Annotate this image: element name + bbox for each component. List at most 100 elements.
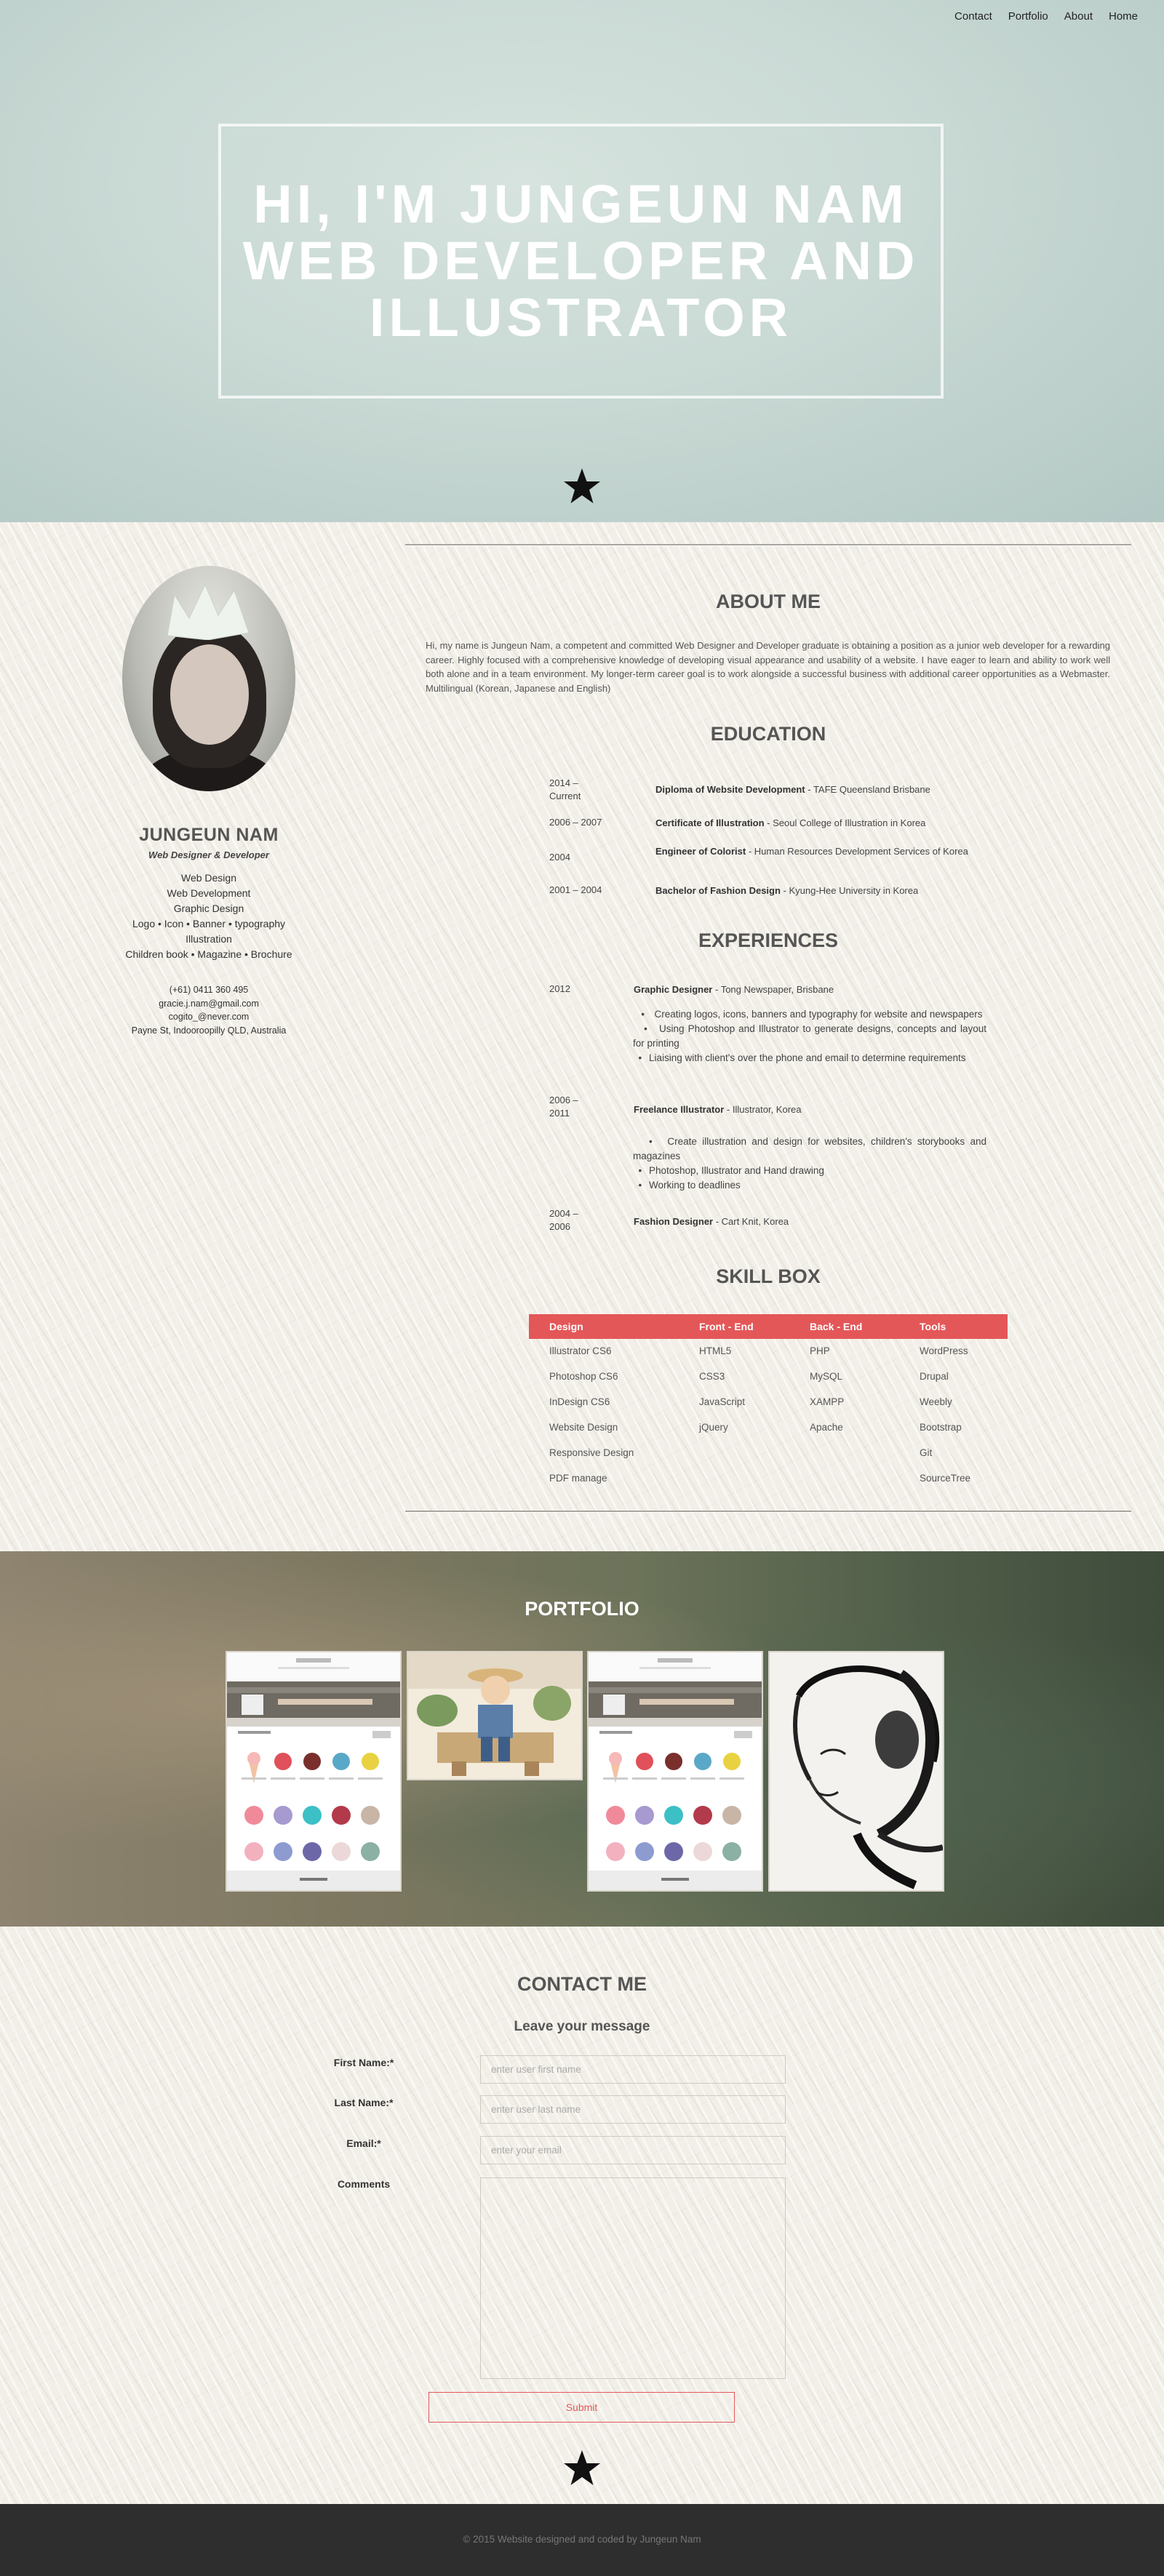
skill-column-header: Tools — [920, 1321, 946, 1332]
list-item: • Photoshop, Illustrator and Hand drawin… — [633, 1165, 824, 1176]
skill-cell: PHP — [810, 1345, 830, 1356]
list-item: • Create illustration and design for web… — [633, 1136, 986, 1161]
list-item: • Working to deadlines — [633, 1180, 741, 1191]
first-name-label: First Name:* — [333, 2057, 394, 2068]
list-item: • Using Photoshop and Illustrator to gen… — [633, 1023, 986, 1049]
skill-cell: Website Design — [549, 1422, 618, 1433]
experience-item: Freelance Illustrator - Illustrator, Kor… — [634, 1103, 986, 1116]
skill-cell: Bootstrap — [920, 1422, 962, 1433]
skill-cell: WordPress — [920, 1345, 968, 1356]
education-degree: Bachelor of Fashion Design — [655, 885, 781, 896]
skill-cell: JavaScript — [699, 1396, 746, 1407]
profile-skill: Illustration — [186, 933, 232, 945]
education-item: Engineer of Colorist - Human Resources D… — [655, 844, 986, 858]
skill-cell: HTML5 — [699, 1345, 732, 1356]
experiences-title: EXPERIENCES — [698, 929, 839, 951]
skill-cell: Git — [920, 1447, 933, 1458]
hero-line-3: ILLUSTRATOR — [369, 287, 793, 348]
education-year: 2001 – 2004 — [549, 884, 602, 895]
education-item: Certificate of Illustration - Seoul Coll… — [655, 816, 986, 830]
nav-portfolio[interactable]: Portfolio — [1008, 10, 1048, 23]
experience-role: Graphic Designer — [634, 984, 713, 995]
bullet-text: Using Photoshop and Illustrator to gener… — [633, 1023, 986, 1049]
first-name-input[interactable] — [480, 2055, 786, 2084]
last-name-input[interactable] — [480, 2095, 786, 2124]
skill-cell: MySQL — [810, 1371, 843, 1382]
education-degree: Diploma of Website Development — [655, 784, 805, 795]
divider — [405, 1511, 1131, 1513]
email-input[interactable] — [480, 2136, 786, 2164]
bullet-text: Working to deadlines — [648, 1180, 741, 1191]
portfolio-title: PORTFOLIO — [525, 1598, 639, 1620]
skill-cell: XAMPP — [810, 1396, 845, 1407]
divider — [405, 544, 1131, 546]
experience-role: Freelance Illustrator — [634, 1104, 725, 1115]
education-title: EDUCATION — [710, 723, 826, 745]
profile-sidebar: JUNGEUN NAM Web Designer & Developer Web… — [91, 825, 327, 1037]
paper-crown-icon — [167, 583, 250, 640]
profile-address: Payne St, Indooroopilly QLD, Australia — [131, 1025, 287, 1036]
profile-email: gracie.j.nam@gmail.com — [159, 998, 259, 1009]
profile-name: JUNGEUN NAM — [139, 825, 279, 845]
skill-column-header: Front - End — [699, 1321, 754, 1332]
experience-bullets: • Create illustration and design for web… — [633, 1135, 986, 1193]
contact-subtitle: Leave your message — [514, 2019, 650, 2034]
contact-section: CONTACT ME Leave your message First Name… — [0, 1927, 1164, 2504]
experience-role: Fashion Designer — [634, 1216, 714, 1227]
education-school: - TAFE Queensland Brisbane — [805, 784, 930, 795]
portfolio-thumb-illustration[interactable] — [407, 1651, 583, 1780]
list-item: • Creating logos, icons, banners and typ… — [633, 1009, 983, 1020]
website-mockup-image — [589, 1652, 762, 1890]
email-label: Email:* — [346, 2137, 381, 2149]
hero-line-2: WEB DEVELOPER AND — [242, 231, 920, 291]
skill-column-header: Design — [549, 1321, 583, 1332]
skill-cell: CSS3 — [699, 1371, 725, 1382]
nav-about[interactable]: About — [1064, 10, 1093, 23]
education-year: 2006 – 2007 — [549, 817, 602, 828]
hero-line-1: HI, I'M JUNGEUN NAM — [253, 174, 909, 234]
bullet-text: Liaising with client's over the phone an… — [648, 1052, 966, 1063]
star-icon[interactable] — [562, 2449, 602, 2488]
nav-home[interactable]: Home — [1109, 10, 1138, 23]
skillbox-title: SKILL BOX — [716, 1265, 821, 1287]
skill-cell: InDesign CS6 — [549, 1396, 610, 1407]
profile-phone: (+61) 0411 360 495 — [169, 985, 249, 995]
last-name-label: Last Name:* — [334, 2097, 394, 2108]
about-text: Hi, my name is Jungeun Nam, a competent … — [426, 640, 1110, 694]
skill-cell: Drupal — [920, 1371, 949, 1382]
skill-cell: PDF manage — [549, 1473, 607, 1484]
star-icon[interactable] — [562, 467, 602, 506]
hero-title: HI, I'M JUNGEUN NAM WEB DEVELOPER AND IL… — [243, 176, 920, 346]
child-illustration-image — [408, 1652, 581, 1779]
education-school: - Human Resources Development Services o… — [746, 846, 968, 857]
portfolio-thumb-ink-drawing[interactable] — [768, 1651, 944, 1892]
skill-cell: Responsive Design — [549, 1447, 634, 1458]
portfolio-thumb-website[interactable] — [226, 1651, 402, 1892]
education-school: - Kyung-Hee University in Korea — [780, 885, 919, 896]
skill-cell: jQuery — [699, 1422, 728, 1433]
profile-skill: Web Design — [180, 872, 236, 884]
bullet-text: Create illustration and design for websi… — [633, 1136, 986, 1161]
comments-label: Comments — [337, 2178, 391, 2190]
skill-cell: Photoshop CS6 — [549, 1371, 618, 1382]
bullet-text: Photoshop, Illustrator and Hand drawing — [648, 1165, 824, 1176]
experience-company: - Cart Knit, Korea — [713, 1216, 789, 1227]
website-mockup-image — [227, 1652, 400, 1890]
ink-portrait-image — [770, 1652, 943, 1890]
bullet-text: Creating logos, icons, banners and typog… — [654, 1009, 983, 1020]
about-title: ABOUT ME — [716, 591, 821, 612]
profile-skill: Graphic Design — [173, 903, 244, 914]
footer: © 2015 Website designed and coded by Jun… — [0, 2504, 1164, 2576]
contact-title: CONTACT ME — [517, 1973, 647, 1995]
portfolio-thumb-website-2[interactable] — [587, 1651, 763, 1892]
submit-button[interactable]: Submit — [428, 2392, 735, 2423]
education-year: 2014 – Current — [549, 777, 581, 801]
experience-company: - Illustrator, Korea — [724, 1104, 802, 1115]
nav-contact[interactable]: Contact — [954, 10, 992, 23]
profile-skill: Children book • Magazine • Brochure — [125, 948, 292, 960]
education-item: Diploma of Website Development - TAFE Qu… — [655, 783, 986, 796]
education-degree: Engineer of Colorist — [655, 846, 746, 857]
hero-frame: HI, I'M JUNGEUN NAM WEB DEVELOPER AND IL… — [218, 124, 944, 399]
hero-section: Contact Portfolio About Home HI, I'M JUN… — [0, 0, 1164, 522]
comments-textarea[interactable] — [480, 2177, 786, 2379]
